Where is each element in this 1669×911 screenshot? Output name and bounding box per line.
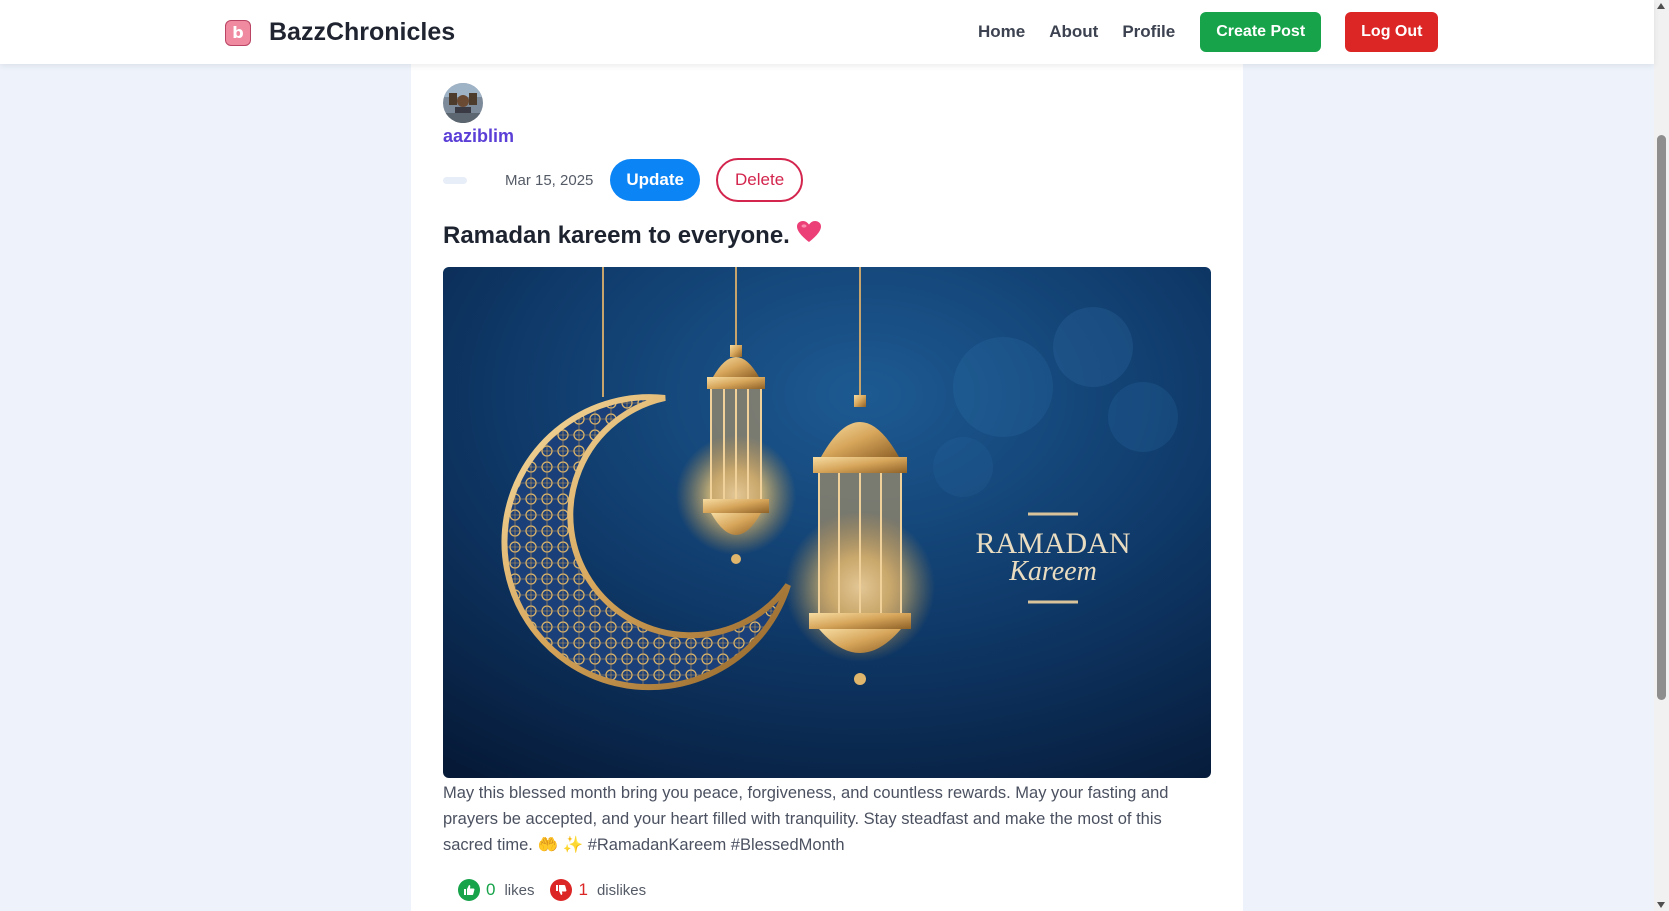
- scroll-up-icon[interactable]: [1657, 3, 1665, 9]
- image-text-kareem: Kareem: [1008, 556, 1097, 587]
- dislikes-label: dislikes: [596, 881, 647, 899]
- avatar[interactable]: [443, 83, 483, 123]
- post-title-row: Ramadan kareem to everyone.: [443, 220, 822, 251]
- thumbs-up-icon[interactable]: [458, 879, 480, 901]
- page-scrollbar[interactable]: [1654, 0, 1669, 911]
- scroll-thumb[interactable]: [1657, 135, 1666, 700]
- update-button[interactable]: Update: [610, 159, 701, 201]
- brand[interactable]: b BazzChronicles: [225, 18, 455, 47]
- scroll-down-icon[interactable]: [1657, 902, 1665, 908]
- nav-about[interactable]: About: [1049, 22, 1098, 42]
- navbar: b BazzChronicles Home About Profile Crea…: [0, 0, 1654, 64]
- dislike-count: 1: [578, 880, 588, 899]
- post-image: RAMADAN Kareem: [443, 267, 1211, 778]
- nav-profile[interactable]: Profile: [1122, 22, 1175, 42]
- create-post-button[interactable]: Create Post: [1200, 12, 1322, 52]
- reactions: 0 likes 1 dislikes: [458, 879, 646, 901]
- post-title: Ramadan kareem to everyone.: [443, 221, 790, 249]
- post-card: aaziblim Mar 15, 2025 Update Delete Rama…: [411, 64, 1243, 911]
- delete-button[interactable]: Delete: [716, 158, 804, 202]
- author-link[interactable]: aaziblim: [443, 126, 514, 147]
- post-date: Mar 15, 2025: [505, 171, 594, 189]
- thumbs-down-icon[interactable]: [550, 879, 573, 901]
- brand-name[interactable]: BazzChronicles: [269, 18, 455, 47]
- log-out-button[interactable]: Log Out: [1345, 12, 1439, 52]
- likes-label: likes: [504, 881, 535, 899]
- like-count: 0: [486, 880, 496, 899]
- logo-icon: b: [225, 19, 251, 46]
- heart-icon: [796, 220, 822, 251]
- tag-pill: [443, 176, 467, 184]
- nav-links: Home About Profile Create Post Log Out: [978, 12, 1439, 52]
- post-body: May this blessed month bring you peace, …: [443, 784, 1169, 854]
- nav-home[interactable]: Home: [978, 22, 1025, 42]
- post-meta: Mar 15, 2025 Update Delete: [443, 158, 804, 202]
